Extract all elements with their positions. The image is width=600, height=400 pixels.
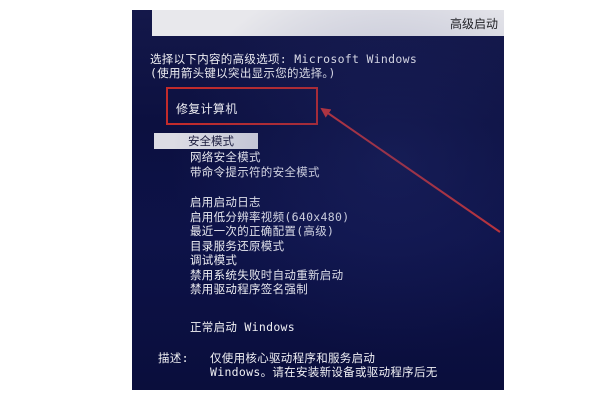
menu-group-advanced-options: 启用启动日志 启用低分辨率视频(640x480) 最近一次的正确配置(高级) 目… bbox=[190, 195, 349, 297]
menu-item-debugging-mode[interactable]: 调试模式 bbox=[190, 253, 349, 268]
prompt-line-1: 选择以下内容的高级选项: Microsoft Windows bbox=[150, 52, 418, 66]
description-line-1: 仅使用核心驱动程序和服务启动 bbox=[210, 351, 376, 365]
prompt-line-2: (使用箭头键以突出显示您的选择。) bbox=[150, 66, 336, 80]
menu-item-repair-computer[interactable]: 修复计算机 bbox=[176, 102, 238, 116]
menu-item-disable-auto-restart[interactable]: 禁用系统失败时自动重新启动 bbox=[190, 268, 349, 283]
window-title: 高级启动 bbox=[449, 17, 498, 31]
menu-item-last-known-good[interactable]: 最近一次的正确配置(高级) bbox=[190, 224, 349, 239]
menu-item-low-resolution-video[interactable]: 启用低分辨率视频(640x480) bbox=[190, 210, 349, 225]
menu-group-safe-options: 网络安全模式 带命令提示符的安全模式 bbox=[190, 150, 320, 179]
menu-item-safe-mode-command-prompt[interactable]: 带命令提示符的安全模式 bbox=[190, 165, 320, 180]
description-label: 描述: bbox=[158, 351, 189, 365]
menu-item-safe-mode[interactable]: 安全模式 bbox=[154, 133, 258, 149]
menu-item-boot-logging[interactable]: 启用启动日志 bbox=[190, 195, 349, 210]
menu-item-disable-driver-signature[interactable]: 禁用驱动程序签名强制 bbox=[190, 282, 349, 297]
boot-screen-photo: 高级启动 选择以下内容的高级选项: Microsoft Windows (使用箭… bbox=[132, 10, 504, 390]
description-line-2: Windows。请在安装新设备或驱动程序后无 bbox=[210, 365, 438, 379]
menu-item-directory-services-restore[interactable]: 目录服务还原模式 bbox=[190, 239, 349, 254]
menu-item-safe-mode-networking[interactable]: 网络安全模式 bbox=[190, 150, 320, 165]
title-bar: 高级启动 bbox=[152, 10, 504, 36]
menu-item-start-normally[interactable]: 正常启动 Windows bbox=[190, 320, 295, 334]
